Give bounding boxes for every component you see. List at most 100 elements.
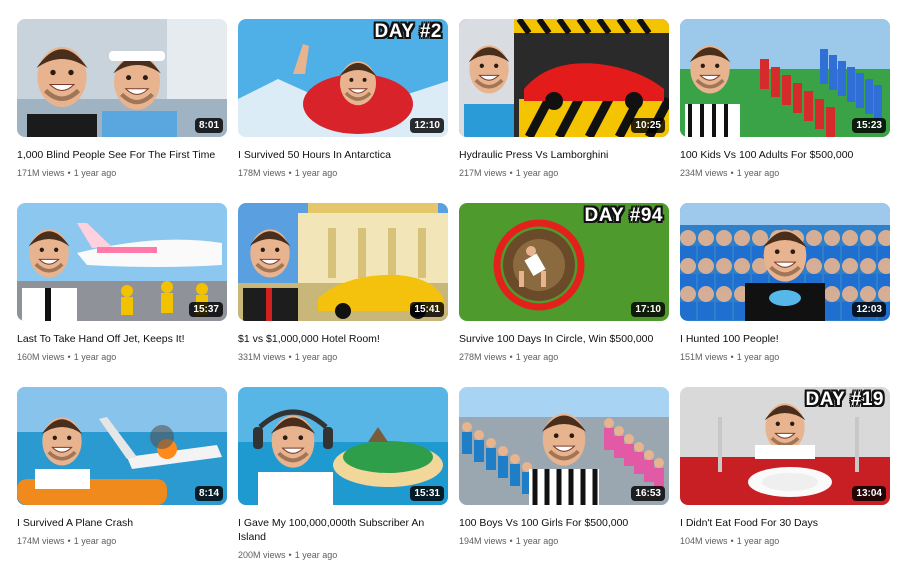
view-count: 194M views — [459, 536, 507, 546]
duration-badge: 13:04 — [852, 486, 886, 501]
upload-age: 1 year ago — [73, 168, 117, 178]
video-metadata: 151M views • 1 year ago — [680, 351, 890, 363]
duration-badge: 15:41 — [410, 302, 444, 317]
video-card[interactable]: 15:23 100 Kids Vs 100 Adults For $500,00… — [680, 19, 890, 203]
meta-separator: • — [288, 168, 292, 178]
meta-separator: • — [67, 536, 71, 546]
meta-separator: • — [288, 550, 292, 560]
video-thumbnail[interactable]: 15:31 — [238, 387, 448, 505]
video-card[interactable]: 16:53 100 Boys Vs 100 Girls For $500,000… — [459, 387, 669, 571]
video-metadata: 194M views • 1 year ago — [459, 535, 669, 547]
video-thumbnail[interactable]: 8:14 — [17, 387, 227, 505]
video-title[interactable]: Hydraulic Press Vs Lamborghini — [459, 148, 664, 162]
video-title[interactable]: I Survived A Plane Crash — [17, 516, 222, 530]
meta-separator: • — [509, 536, 513, 546]
video-title[interactable]: 1,000 Blind People See For The First Tim… — [17, 148, 222, 162]
meta-separator: • — [509, 352, 513, 362]
video-metadata: 278M views • 1 year ago — [459, 351, 669, 363]
video-metadata: 178M views • 1 year ago — [238, 167, 448, 179]
upload-age: 1 year ago — [294, 352, 338, 362]
video-card[interactable]: DAY #2 12:10 I Survived 50 Hours In Anta… — [238, 19, 448, 203]
day-badge: DAY #2 — [374, 21, 442, 42]
video-title[interactable]: I Didn't Eat Food For 30 Days — [680, 516, 885, 530]
duration-badge: 12:10 — [410, 118, 444, 133]
upload-age: 1 year ago — [515, 536, 559, 546]
video-card[interactable]: 10:25 Hydraulic Press Vs Lamborghini 217… — [459, 19, 669, 203]
video-title[interactable]: Survive 100 Days In Circle, Win $500,000 — [459, 332, 664, 346]
video-thumbnail[interactable]: DAY #94 17:10 — [459, 203, 669, 321]
duration-badge: 17:10 — [631, 302, 665, 317]
video-title[interactable]: I Survived 50 Hours In Antarctica — [238, 148, 443, 162]
video-title[interactable]: 100 Kids Vs 100 Adults For $500,000 — [680, 148, 885, 162]
view-count: 171M views — [17, 168, 65, 178]
video-card[interactable]: 12:03 I Hunted 100 People! 151M views • 1 … — [680, 203, 890, 387]
video-card[interactable]: 8:14 I Survived A Plane Crash 174M views… — [17, 387, 227, 571]
duration-badge: 16:53 — [631, 486, 665, 501]
video-title[interactable]: $1 vs $1,000,000 Hotel Room! — [238, 332, 443, 346]
video-metadata: 160M views • 1 year ago — [17, 351, 227, 363]
view-count: 104M views — [680, 536, 728, 546]
meta-separator: • — [730, 536, 734, 546]
day-badge: DAY #94 — [584, 205, 663, 226]
meta-separator: • — [730, 352, 734, 362]
video-metadata: 217M views • 1 year ago — [459, 167, 669, 179]
video-title[interactable]: I Hunted 100 People! — [680, 332, 885, 346]
video-metadata: 200M views • 1 year ago — [238, 549, 448, 561]
upload-age: 1 year ago — [736, 536, 780, 546]
upload-age: 1 year ago — [736, 352, 780, 362]
video-title[interactable]: 100 Boys Vs 100 Girls For $500,000 — [459, 516, 664, 530]
video-thumbnail[interactable]: 15:37 — [17, 203, 227, 321]
video-metadata: 234M views • 1 year ago — [680, 167, 890, 179]
video-card[interactable]: 15:31 I Gave My 100,000,000th Subscriber… — [238, 387, 448, 571]
upload-age: 1 year ago — [294, 168, 338, 178]
duration-badge: 15:31 — [410, 486, 444, 501]
view-count: 200M views — [238, 550, 286, 560]
video-thumbnail[interactable]: 15:41 — [238, 203, 448, 321]
meta-separator: • — [67, 168, 71, 178]
duration-badge: 15:37 — [189, 302, 223, 317]
video-card[interactable]: DAY #19 13:04 I Didn't Eat Food For 30 D… — [680, 387, 890, 571]
duration-badge: 15:23 — [852, 118, 886, 133]
view-count: 151M views — [680, 352, 728, 362]
video-grid: 8:01 1,000 Blind People See For The Firs… — [17, 19, 890, 571]
video-thumbnail[interactable]: 8:01 — [17, 19, 227, 137]
video-thumbnail[interactable]: DAY #19 13:04 — [680, 387, 890, 505]
video-card[interactable]: DAY #94 17:10 Survive 100 Days In Circle… — [459, 203, 669, 387]
duration-badge: 8:01 — [194, 118, 223, 133]
view-count: 234M views — [680, 168, 728, 178]
upload-age: 1 year ago — [736, 168, 780, 178]
duration-badge: 12:03 — [852, 302, 886, 317]
video-metadata: 171M views • 1 year ago — [17, 167, 227, 179]
meta-separator: • — [288, 352, 292, 362]
upload-age: 1 year ago — [73, 536, 117, 546]
meta-separator: • — [509, 168, 513, 178]
video-thumbnail[interactable]: DAY #2 12:10 — [238, 19, 448, 137]
video-thumbnail[interactable]: 10:25 — [459, 19, 669, 137]
view-count: 160M views — [17, 352, 65, 362]
upload-age: 1 year ago — [515, 168, 559, 178]
view-count: 174M views — [17, 536, 65, 546]
video-metadata: 174M views • 1 year ago — [17, 535, 227, 547]
video-thumbnail[interactable]: 16:53 — [459, 387, 669, 505]
video-title[interactable]: Last To Take Hand Off Jet, Keeps It! — [17, 332, 222, 346]
upload-age: 1 year ago — [73, 352, 117, 362]
duration-badge: 10:25 — [631, 118, 665, 133]
video-card[interactable]: 15:41 $1 vs $1,000,000 Hotel Room! 331M … — [238, 203, 448, 387]
video-card[interactable]: 8:01 1,000 Blind People See For The Firs… — [17, 19, 227, 203]
view-count: 178M views — [238, 168, 286, 178]
video-metadata: 104M views • 1 year ago — [680, 535, 890, 547]
view-count: 217M views — [459, 168, 507, 178]
video-thumbnail[interactable]: 15:23 — [680, 19, 890, 137]
meta-separator: • — [67, 352, 71, 362]
upload-age: 1 year ago — [515, 352, 559, 362]
duration-badge: 8:14 — [194, 486, 223, 501]
view-count: 278M views — [459, 352, 507, 362]
video-thumbnail[interactable]: 12:03 — [680, 203, 890, 321]
day-badge: DAY #19 — [805, 389, 884, 410]
video-card[interactable]: 15:37 Last To Take Hand Off Jet, Keeps I… — [17, 203, 227, 387]
video-metadata: 331M views • 1 year ago — [238, 351, 448, 363]
upload-age: 1 year ago — [294, 550, 338, 560]
video-title[interactable]: I Gave My 100,000,000th Subscriber An Is… — [238, 516, 443, 544]
meta-separator: • — [730, 168, 734, 178]
view-count: 331M views — [238, 352, 286, 362]
